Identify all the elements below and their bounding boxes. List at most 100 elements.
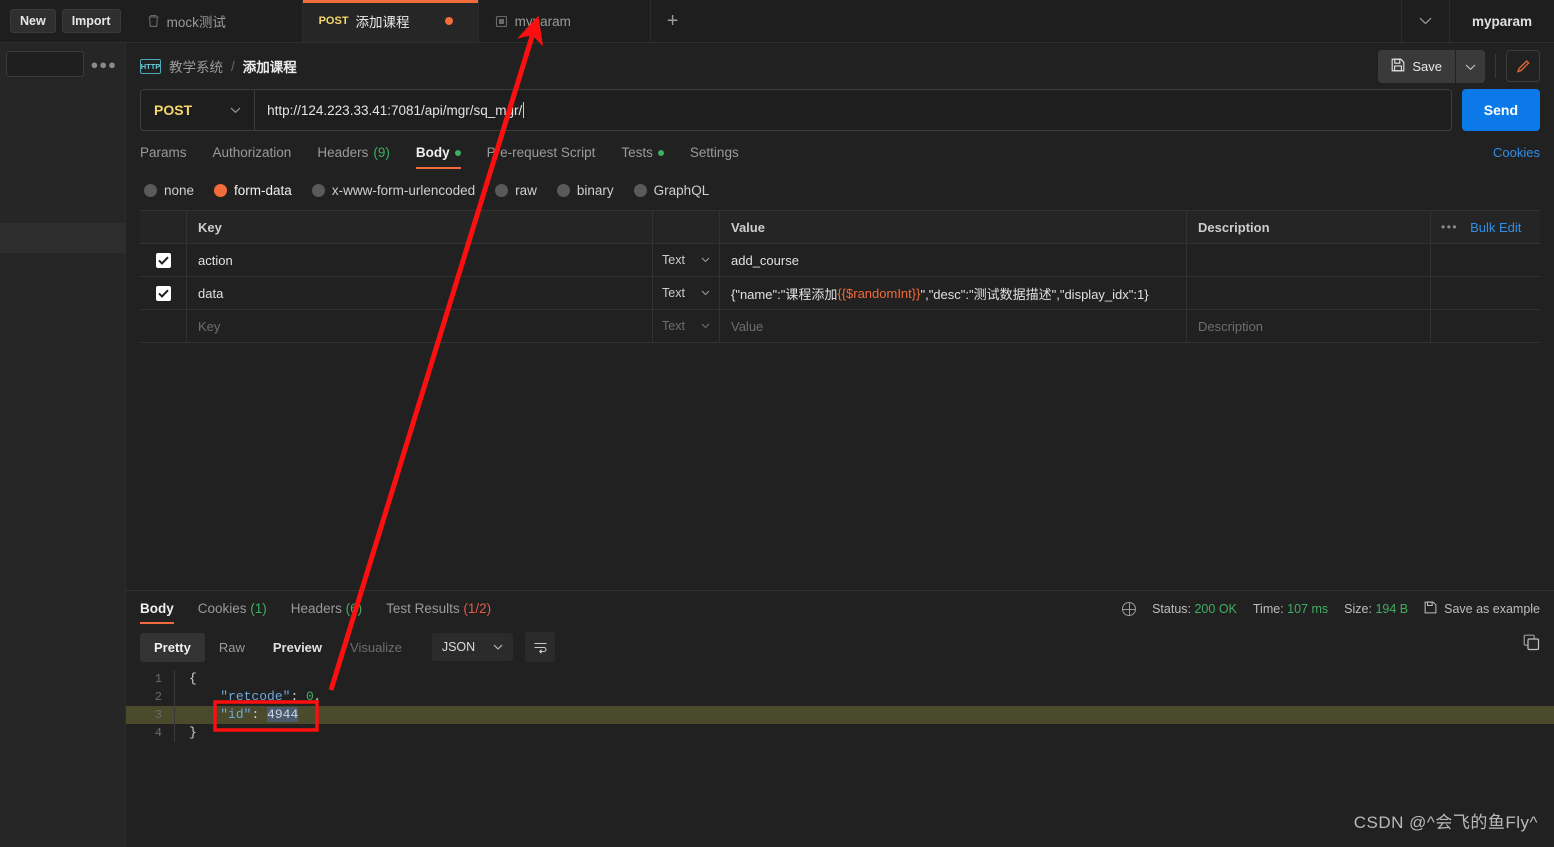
table-row-empty[interactable]: Key Text Value Description	[140, 310, 1540, 343]
tab-mock-test[interactable]: mock测试	[131, 0, 303, 42]
url-input[interactable]: http://124.223.33.41:7081/api/mgr/sq_mgr…	[255, 90, 1451, 130]
row-checkbox-cell	[140, 244, 187, 276]
radio-dot-icon	[214, 184, 228, 197]
radio-label: raw	[515, 183, 537, 198]
row-description-cell[interactable]	[1187, 244, 1430, 276]
save-options-caret[interactable]	[1456, 49, 1485, 83]
tab-authorization[interactable]: Authorization	[213, 145, 292, 169]
code-token: "retcode"	[220, 689, 291, 704]
add-tab-button[interactable]: +	[651, 0, 695, 42]
tab-tests[interactable]: Tests	[621, 145, 664, 169]
sidebar-selected-row[interactable]	[0, 223, 126, 253]
radio-graphql[interactable]: GraphQL	[633, 183, 709, 198]
tab-params[interactable]: Params	[140, 145, 187, 169]
tab-pre-request-script[interactable]: Pre-request Script	[487, 145, 596, 169]
header-cell-value: Value	[720, 211, 1187, 243]
chevron-down-icon[interactable]	[1400, 0, 1449, 42]
tab-headers[interactable]: Headers (9)	[317, 145, 390, 169]
radio-label: x-www-form-urlencoded	[331, 183, 476, 198]
breadcrumb-parent[interactable]: 教学系统	[169, 56, 223, 76]
breadcrumb-separator: /	[231, 58, 235, 74]
url-text: http://124.223.33.41:7081/api/mgr/sq_mgr…	[267, 102, 523, 118]
more-options-icon[interactable]: •••	[1441, 220, 1458, 234]
save-as-example-label: Save as example	[1444, 602, 1540, 616]
tab-settings[interactable]: Settings	[690, 145, 739, 169]
table-row[interactable]: action Text add_course	[140, 244, 1540, 277]
url-input-wrapper: POST http://124.223.33.41:7081/api/mgr/s…	[140, 89, 1452, 131]
save-as-example-group[interactable]: Save as example	[1424, 601, 1540, 617]
header-cell-checkbox	[140, 211, 187, 243]
radio-label: none	[164, 183, 195, 198]
row-value-cell[interactable]: Value	[720, 310, 1187, 342]
row-description-cell[interactable]: Description	[1187, 310, 1430, 342]
breadcrumb-current[interactable]: 添加课程	[243, 56, 297, 76]
line-number: 3	[154, 708, 162, 722]
tab-body[interactable]: Body	[415, 145, 461, 169]
row-description-cell[interactable]	[1187, 277, 1430, 309]
row-checkbox[interactable]	[155, 285, 171, 301]
send-button[interactable]: Send	[1461, 89, 1540, 131]
tab-label: Cookies	[197, 601, 247, 616]
radio-binary[interactable]: binary	[556, 183, 614, 198]
response-tab-cookies[interactable]: Cookies (1)	[198, 601, 267, 624]
row-type-text: Text	[662, 286, 685, 300]
code-text: }	[175, 724, 197, 742]
tab-label: 添加课程	[355, 15, 410, 30]
row-type-text: Text	[662, 253, 685, 267]
code-text: {	[175, 670, 197, 688]
row-value-text: add_course	[731, 252, 799, 268]
row-type-select[interactable]: Text	[653, 277, 720, 309]
sidebar-more-icon[interactable]: ●●●	[88, 57, 119, 72]
row-value-cell[interactable]: {"name":"课程添加 {{$randomInt}} ","desc":"测试数…	[720, 277, 1187, 309]
table-row[interactable]: data Text {"name":"课程添加 {{$randomInt}} ","…	[140, 277, 1540, 310]
row-type-placeholder: Text	[662, 319, 685, 333]
radio-raw[interactable]: raw	[495, 183, 537, 198]
header-cell-actions: ••• Bulk Edit	[1430, 211, 1540, 243]
radio-x-www-form-urlencoded[interactable]: x-www-form-urlencoded	[311, 183, 476, 198]
view-mode-visualize[interactable]: Visualize	[336, 633, 416, 662]
new-button[interactable]: New	[10, 8, 56, 34]
pencil-icon[interactable]	[1506, 50, 1540, 82]
view-mode-preview[interactable]: Preview	[259, 633, 336, 662]
import-button[interactable]: Import	[61, 8, 121, 34]
tab-myparam[interactable]: myparam	[479, 0, 651, 42]
radio-label: form-data	[234, 183, 292, 198]
globe-icon	[1121, 601, 1137, 616]
row-key-cell[interactable]: data	[187, 277, 653, 309]
radio-none[interactable]: none	[144, 183, 194, 198]
row-key-cell[interactable]: Key	[187, 310, 653, 342]
response-code-viewer[interactable]: 1{2 "retcode": 0, 3 "id": 4944 4}	[126, 662, 1554, 742]
wrap-lines-icon[interactable]	[525, 632, 556, 662]
code-token: :	[290, 689, 307, 704]
row-key-placeholder: Key	[198, 318, 221, 334]
tab-label: Tests	[621, 145, 653, 160]
row-value-variable-token: {{$randomInt}}	[837, 285, 921, 301]
row-type-select[interactable]: Text	[653, 244, 720, 276]
row-value-cell[interactable]: add_course	[720, 244, 1187, 276]
cookies-link[interactable]: Cookies	[1493, 145, 1540, 160]
tab-add-course[interactable]: POST 添加课程	[302, 0, 479, 42]
floppy-disk-icon	[1391, 58, 1405, 75]
view-mode-raw[interactable]: Raw	[205, 633, 259, 662]
method-selector[interactable]: POST	[141, 90, 256, 130]
modified-dot-icon	[454, 149, 461, 156]
line-number: 4	[154, 726, 162, 740]
radio-form-data[interactable]: form-data	[214, 183, 292, 198]
copy-icon[interactable]	[1523, 634, 1540, 656]
view-mode-pretty[interactable]: Pretty	[140, 632, 205, 662]
table-header-row: Key Value Description ••• Bulk Edit	[140, 211, 1540, 244]
row-key-cell[interactable]: action	[187, 244, 653, 276]
sidebar-search-input[interactable]	[6, 51, 85, 77]
save-button[interactable]: Save	[1378, 49, 1455, 83]
row-type-select[interactable]: Text	[653, 310, 720, 342]
response-tab-headers[interactable]: Headers (6)	[291, 601, 362, 624]
response-tab-body[interactable]: Body	[140, 601, 174, 624]
row-checkbox[interactable]	[155, 252, 171, 268]
code-text: "id": 4944	[175, 706, 299, 724]
environment-selector[interactable]: myparam	[1448, 0, 1554, 42]
radio-dot-icon	[495, 184, 509, 197]
bulk-edit-link[interactable]: Bulk Edit	[1470, 220, 1521, 235]
radio-dot-icon	[311, 184, 325, 197]
response-format-select[interactable]: JSON	[431, 633, 514, 661]
response-tab-test-results[interactable]: Test Results (1/2)	[386, 601, 491, 624]
